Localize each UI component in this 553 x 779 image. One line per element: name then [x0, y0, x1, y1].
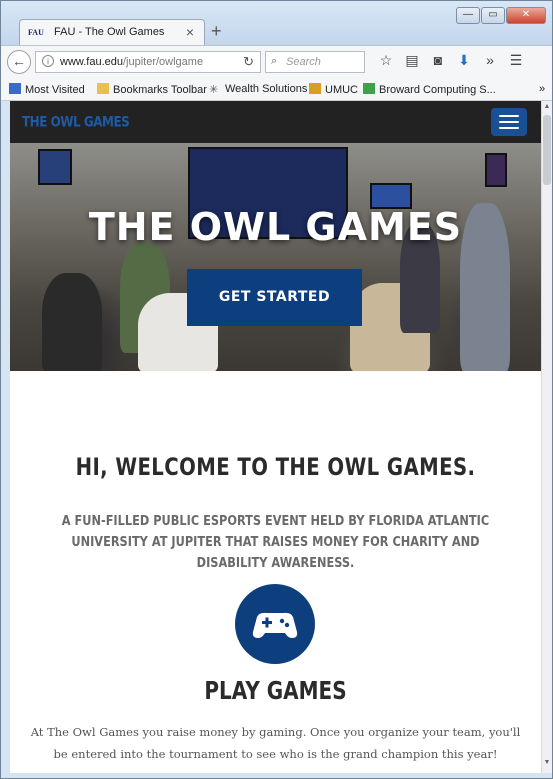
- hero-title: THE OWL GAMES: [88, 205, 463, 249]
- hero-photo-poster: [485, 153, 507, 187]
- close-window-button[interactable]: ✕: [506, 7, 546, 24]
- bookmark-star-icon[interactable]: ☆: [373, 52, 399, 69]
- window-controls: — ▭ ✕: [455, 7, 546, 24]
- pocket-icon[interactable]: ◙: [425, 52, 451, 69]
- back-icon[interactable]: ←: [7, 50, 31, 74]
- toolbar-icons: ☆ ▤ ◙ ⬇ » ☰: [373, 52, 529, 69]
- tab-title: FAU - The Owl Games: [54, 26, 165, 38]
- hamburger-menu-button[interactable]: [491, 108, 527, 136]
- minimize-button[interactable]: —: [456, 7, 480, 24]
- gamepad-icon: [235, 584, 315, 664]
- tab-active[interactable]: FAU FAU - The Owl Games ×: [19, 19, 205, 46]
- scroll-up-icon[interactable]: ▲: [542, 103, 552, 115]
- site-brand[interactable]: THE OWL GAMES: [22, 114, 130, 130]
- url-bar[interactable]: i www.fau.edu/jupiter/owlgame ↻: [35, 51, 261, 73]
- new-tab-icon[interactable]: +: [211, 21, 222, 42]
- info-icon[interactable]: i: [42, 55, 54, 67]
- bookmark-broward[interactable]: Broward Computing S...: [363, 83, 496, 96]
- hero-banner: THE OWL GAMES GET STARTED: [10, 143, 541, 371]
- reading-list-icon[interactable]: ▤: [399, 52, 425, 69]
- event-tagline: A FUN-FILLED PUBLIC ESPORTS EVENT HELD B…: [61, 513, 490, 571]
- fau-favicon: FAU: [28, 28, 44, 37]
- hero-photo-person: [42, 273, 102, 371]
- folder-icon: [97, 83, 109, 94]
- overflow-icon[interactable]: »: [477, 52, 503, 69]
- broward-icon: [363, 83, 375, 94]
- bookmarks-overflow-icon[interactable]: »: [539, 83, 545, 95]
- hero-photo-screen: [38, 149, 72, 185]
- bookmarks-toolbar: Most Visited Bookmarks Toolbar ✳ Wealth S…: [1, 77, 552, 101]
- bookmark-umuc[interactable]: UMUC: [309, 83, 358, 96]
- bookmark-wealth-solutions[interactable]: ✳ Wealth Solutions: [209, 83, 307, 96]
- section-title: PLAY GAMES: [204, 676, 347, 705]
- search-placeholder: Search: [286, 56, 321, 68]
- navigation-bar: ← i www.fau.edu/jupiter/owlgame ↻ ⌕ Sear…: [1, 45, 552, 77]
- url-text: www.fau.edu/jupiter/owlgame: [60, 56, 204, 68]
- search-icon: ⌕: [271, 55, 278, 67]
- scrollbar-thumb[interactable]: [543, 115, 551, 185]
- maximize-button[interactable]: ▭: [481, 7, 505, 24]
- tab-strip: FAU FAU - The Owl Games × + — ▭ ✕: [1, 1, 552, 46]
- scroll-down-icon[interactable]: ▼: [542, 759, 552, 771]
- search-input[interactable]: ⌕ Search: [265, 51, 365, 73]
- bookmark-most-visited[interactable]: Most Visited: [9, 83, 85, 96]
- reload-icon[interactable]: ↻: [243, 54, 254, 70]
- close-tab-icon[interactable]: ×: [186, 24, 194, 40]
- get-started-button[interactable]: GET STARTED: [187, 269, 362, 326]
- browser-window: FAU FAU - The Owl Games × + — ▭ ✕ ← i ww…: [0, 0, 553, 779]
- umuc-icon: [309, 83, 321, 94]
- page-viewport: THE OWL GAMES THE OWL GAMES GET STARTED …: [10, 101, 541, 773]
- menu-icon[interactable]: ☰: [503, 52, 529, 69]
- bookmark-bookmarks-toolbar[interactable]: Bookmarks Toolbar: [97, 83, 207, 96]
- star-burst-icon: ✳: [209, 84, 219, 96]
- most-visited-icon: [9, 83, 21, 94]
- download-icon[interactable]: ⬇: [451, 52, 477, 69]
- welcome-heading: HI, WELCOME TO THE OWL GAMES.: [75, 453, 476, 481]
- section-description: At The Owl Games you raise money by gami…: [30, 725, 521, 761]
- page-scrollbar[interactable]: ▲ ▼: [541, 101, 552, 773]
- site-navbar: THE OWL GAMES: [10, 101, 541, 143]
